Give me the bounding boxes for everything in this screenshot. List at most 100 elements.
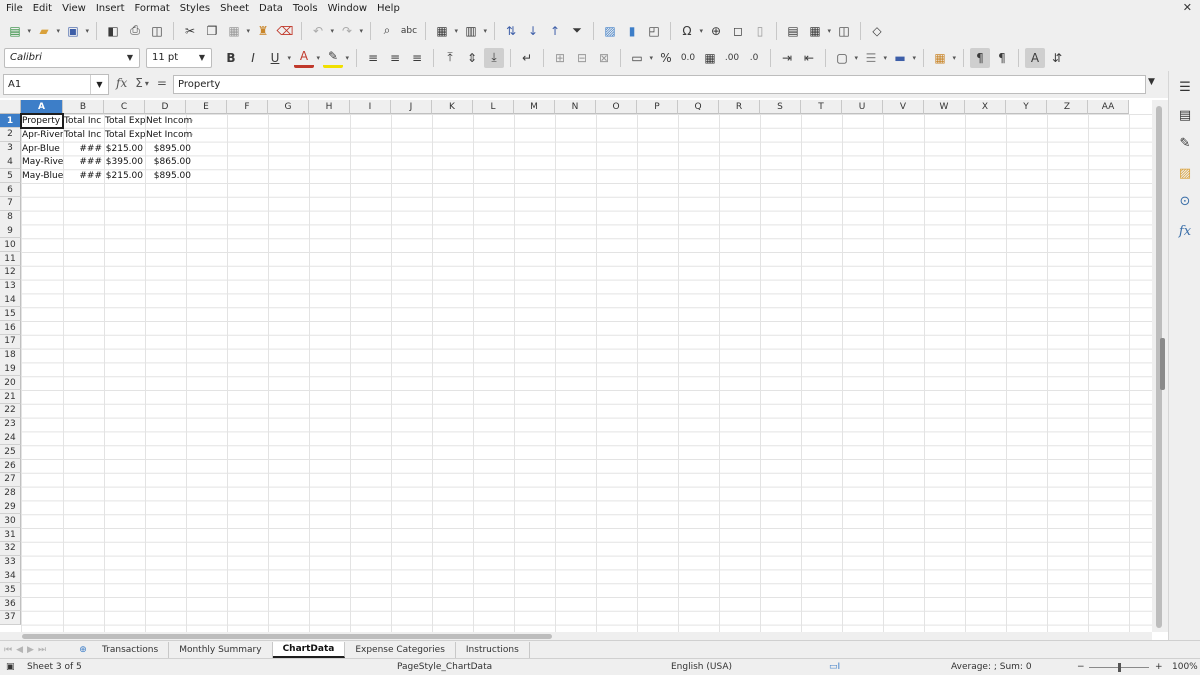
row-header-16[interactable]: 16 — [0, 321, 21, 335]
copy-icon[interactable]: ❐ — [202, 21, 222, 41]
wrap-text-icon[interactable]: ↵ — [517, 48, 537, 68]
row-header-22[interactable]: 22 — [0, 403, 21, 418]
column-header-x[interactable]: X — [965, 100, 1006, 114]
row-header-2[interactable]: 2 — [0, 127, 21, 142]
column-header-d[interactable]: D — [145, 100, 186, 114]
row-header-31[interactable]: 31 — [0, 528, 21, 542]
column-header-n[interactable]: N — [555, 100, 596, 114]
align-top-icon[interactable]: ⤒ — [440, 48, 460, 68]
print-preview-icon[interactable]: ◫ — [147, 21, 167, 41]
date-format-icon[interactable]: ▦ — [700, 48, 720, 68]
cell-b5[interactable]: ### — [63, 169, 104, 183]
selection-mode-icon[interactable]: ▭I — [829, 662, 840, 672]
undo-icon[interactable]: ↶ — [308, 21, 334, 41]
column-header-i[interactable]: I — [350, 100, 391, 114]
cell-a1[interactable]: Property — [20, 113, 64, 129]
cell-a3[interactable]: Apr-Blue — [21, 142, 63, 156]
split-window-icon[interactable]: ◫ — [834, 21, 854, 41]
cut-icon[interactable]: ✂ — [180, 21, 200, 41]
column-header-f[interactable]: F — [227, 100, 268, 114]
tab-transactions[interactable]: Transactions — [92, 641, 170, 658]
column-header-o[interactable]: O — [596, 100, 637, 114]
first-sheet-icon[interactable]: ⏮ — [4, 645, 12, 655]
cell-b1[interactable]: Total Inc — [63, 114, 104, 128]
row-header-37[interactable]: 37 — [0, 610, 21, 625]
row-header-6[interactable]: 6 — [0, 183, 21, 197]
formula-input[interactable]: Property — [173, 75, 1146, 94]
chevron-down-icon[interactable]: ▼ — [121, 49, 139, 67]
menu-format[interactable]: Format — [135, 3, 170, 14]
select-all-corner[interactable] — [0, 100, 21, 114]
hamburger-menu-icon[interactable]: ☰ — [1175, 77, 1195, 97]
add-decimal-icon[interactable]: .00 — [722, 48, 742, 68]
freeze-rows-columns-icon[interactable]: ▦ — [805, 21, 831, 41]
column-header-z[interactable]: Z — [1047, 100, 1088, 114]
row-header-5[interactable]: 5 — [0, 169, 21, 184]
language[interactable]: English (USA) — [671, 662, 732, 672]
sort-icon[interactable]: ⇅ — [501, 21, 521, 41]
right-to-left-icon[interactable]: ¶ — [992, 48, 1012, 68]
horizontal-scrollbar[interactable] — [0, 632, 1152, 640]
row-header-12[interactable]: 12 — [0, 265, 21, 280]
menu-tools[interactable]: Tools — [293, 3, 318, 14]
sort-descending-icon[interactable]: ↑ — [545, 21, 565, 41]
row-header-9[interactable]: 9 — [0, 224, 21, 239]
cell-d4[interactable]: $865.00 — [145, 155, 193, 169]
row-header-11[interactable]: 11 — [0, 252, 21, 266]
conditional-format-icon[interactable]: ▦ — [930, 48, 956, 68]
function-wizard-icon[interactable]: fx — [116, 76, 127, 90]
add-sheet-icon[interactable]: ⊕ — [74, 645, 92, 655]
menu-help[interactable]: Help — [377, 3, 400, 14]
chevron-down-icon[interactable]: ▼ — [193, 49, 211, 67]
text-direction-horizontal-icon[interactable]: A — [1025, 47, 1045, 68]
bold-button[interactable]: B — [221, 48, 241, 68]
menu-window[interactable]: Window — [328, 3, 367, 14]
currency-format-icon[interactable]: ▭ — [627, 48, 653, 68]
column-header-g[interactable]: G — [268, 100, 309, 114]
menu-insert[interactable]: Insert — [96, 3, 125, 14]
functions-icon[interactable]: fx — [1175, 221, 1195, 241]
next-sheet-icon[interactable]: ▶ — [27, 645, 34, 655]
borders-icon[interactable]: ▢ — [832, 48, 858, 68]
delete-decimal-icon[interactable]: .0 — [744, 48, 764, 68]
tab-chartdata[interactable]: ChartData — [272, 641, 346, 658]
document-modified-icon[interactable]: ▣ — [6, 662, 15, 672]
menu-file[interactable]: File — [6, 3, 23, 14]
italic-button[interactable]: I — [243, 48, 263, 68]
row-header-28[interactable]: 28 — [0, 486, 21, 501]
merge-center-icon[interactable]: ⊞ — [550, 48, 570, 68]
cell-b4[interactable]: ### — [63, 155, 104, 169]
define-print-area-icon[interactable]: ▤ — [783, 21, 803, 41]
column-header-t[interactable]: T — [801, 100, 842, 114]
last-sheet-icon[interactable]: ⏭ — [38, 645, 46, 655]
unmerge-cells-icon[interactable]: ⊠ — [594, 48, 614, 68]
styles-icon[interactable]: ✎ — [1175, 133, 1195, 153]
tab-monthly-summary[interactable]: Monthly Summary — [169, 641, 273, 658]
row-header-29[interactable]: 29 — [0, 500, 21, 515]
sum-icon[interactable]: Σ — [135, 76, 143, 90]
insert-chart-icon[interactable]: ▮ — [622, 21, 642, 41]
row-header-25[interactable]: 25 — [0, 445, 21, 460]
row-header-1[interactable]: 1 — [0, 114, 21, 128]
column-header-s[interactable]: S — [760, 100, 801, 114]
align-left-icon[interactable]: ≡ — [363, 48, 383, 68]
cell-d1[interactable]: Net Income — [145, 114, 193, 128]
new-document-icon[interactable]: ▤ — [5, 21, 31, 41]
formula-equals-icon[interactable]: = — [157, 76, 167, 90]
zoom-in-icon[interactable]: + — [1155, 662, 1163, 672]
properties-icon[interactable]: ▤ — [1175, 105, 1195, 125]
zoom-slider-handle[interactable] — [1118, 663, 1121, 672]
column-header-y[interactable]: Y — [1006, 100, 1047, 114]
chevron-down-icon[interactable]: ▾ — [145, 79, 149, 88]
expand-formula-icon[interactable]: ▼ — [1148, 77, 1155, 87]
align-center-icon[interactable]: ≡ — [385, 48, 405, 68]
align-middle-icon[interactable]: ⇕ — [462, 48, 482, 68]
row-header-27[interactable]: 27 — [0, 472, 21, 487]
number-format-icon[interactable]: 0.0 — [678, 48, 698, 68]
cell-b2[interactable]: Total Inc — [63, 128, 104, 142]
text-direction-vertical-icon[interactable]: ⇵ — [1047, 48, 1067, 68]
find-replace-icon[interactable]: ⌕ — [377, 21, 397, 41]
tab-expense-categories[interactable]: Expense Categories — [345, 641, 456, 658]
cell-c4[interactable]: $395.00 — [104, 155, 145, 169]
gallery-icon[interactable]: ▨ — [1175, 163, 1195, 183]
